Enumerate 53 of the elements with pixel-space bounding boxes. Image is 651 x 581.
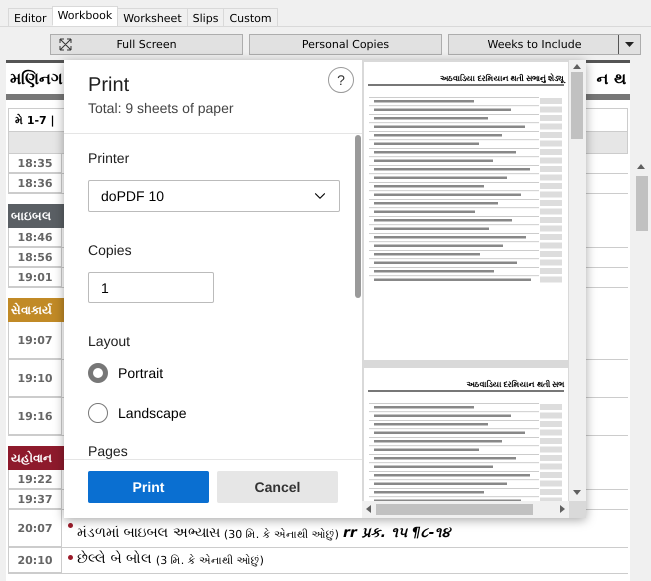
weeks-dropdown[interactable]: Weeks to Include xyxy=(448,34,641,55)
tab[interactable]: Slips xyxy=(186,8,224,26)
radio-label: Portrait xyxy=(118,365,164,381)
printer-dropdown[interactable]: doPDF 10 xyxy=(88,180,340,212)
scrollbar[interactable] xyxy=(362,501,569,518)
time-cell: 19:10 xyxy=(8,360,62,397)
tab[interactable]: Custom xyxy=(223,8,278,26)
time-cell: 18:36 xyxy=(8,174,62,193)
time-cell: 20:10 xyxy=(8,548,62,573)
dialog-title: Print xyxy=(88,74,130,97)
field-label: Layout xyxy=(88,333,132,349)
full-screen-button[interactable]: Full Screen xyxy=(50,34,243,55)
part-title: છેલ્લે બે બોલ xyxy=(77,551,152,567)
time-cell: 19:22 xyxy=(8,470,62,489)
radio-button[interactable] xyxy=(88,363,108,383)
time-cell: 19:07 xyxy=(8,322,62,359)
section-label: સેવાકાર્ય xyxy=(8,298,64,322)
field-label: Copies xyxy=(88,242,133,258)
radio-label: Landscape xyxy=(118,405,187,421)
tab[interactable]: Worksheet xyxy=(117,8,188,26)
part-note: (3 મિ. કે એનાથી ઓછું) xyxy=(156,554,264,567)
page-heading: અઠવાડિયા દરમિયાન થતી સભ xyxy=(368,380,564,392)
time-cell: 19:37 xyxy=(8,490,62,509)
heading-text: મણિનગ xyxy=(10,69,63,88)
field-label: Printer xyxy=(88,150,130,166)
cancel-button[interactable]: Cancel xyxy=(217,471,338,503)
scrollbar-thumb[interactable] xyxy=(355,135,361,298)
page-heading: અઠવાડિયા દરમિયાન થતી સભાનું શેડ્યૂ xyxy=(368,74,564,86)
personal-copies-button[interactable]: Personal Copies xyxy=(249,34,442,55)
print-button[interactable]: Print xyxy=(88,471,209,503)
radio-button[interactable] xyxy=(88,403,108,423)
time-cell: 18:56 xyxy=(8,248,62,267)
part-reference: rr પ્રક. ૧૫ ¶૮-૧૪ xyxy=(342,525,450,541)
part-title: મંડળમાં બાઇબલ અભ્યાસ xyxy=(77,525,220,541)
time-cell: 20:07 xyxy=(8,510,62,547)
time-cell: 18:35 xyxy=(8,154,62,173)
caret-icon xyxy=(625,42,634,47)
time-cell: 19:01 xyxy=(8,268,62,287)
field-label: Pages xyxy=(88,443,129,459)
time-cell: 18:46 xyxy=(8,228,62,247)
heading-text: ન થ xyxy=(596,69,626,88)
section-label: યહોવાન xyxy=(8,446,64,470)
copies-field[interactable]: 1 xyxy=(88,272,214,303)
scrollbar[interactable] xyxy=(569,60,586,501)
expand-icon xyxy=(59,38,72,51)
bullet-icon xyxy=(68,523,73,528)
bullet-icon xyxy=(68,555,73,560)
help-button[interactable]: ? xyxy=(328,67,354,93)
tab[interactable]: Workbook xyxy=(52,6,118,26)
time-cell: 19:16 xyxy=(8,398,62,435)
section-label: બાઇબલ xyxy=(8,204,64,228)
tab[interactable]: Editor xyxy=(8,8,53,26)
part-note: (30 મિ. કે એનાથી ઓછું) xyxy=(224,528,339,541)
